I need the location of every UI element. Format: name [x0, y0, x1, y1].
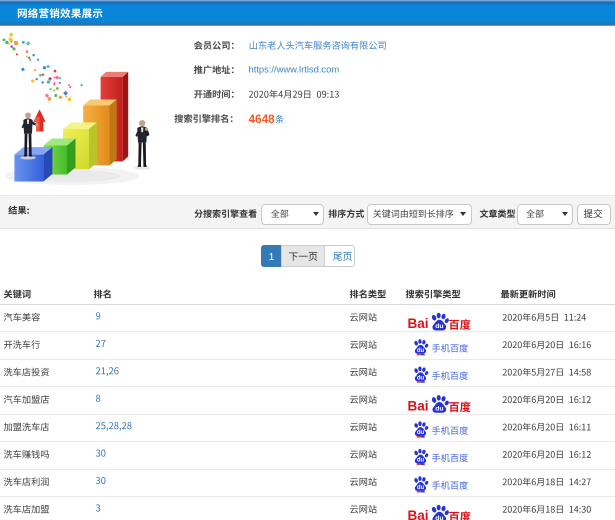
svg-text:1: 1: [269, 252, 275, 263]
svg-text:4648: 4648: [249, 112, 276, 126]
svg-text:Bai: Bai: [408, 398, 429, 413]
svg-text:https://www.lrtlsd.com: https://www.lrtlsd.com: [249, 64, 340, 75]
svg-text:Bai: Bai: [408, 316, 429, 331]
svg-text:Bai: Bai: [408, 508, 429, 520]
